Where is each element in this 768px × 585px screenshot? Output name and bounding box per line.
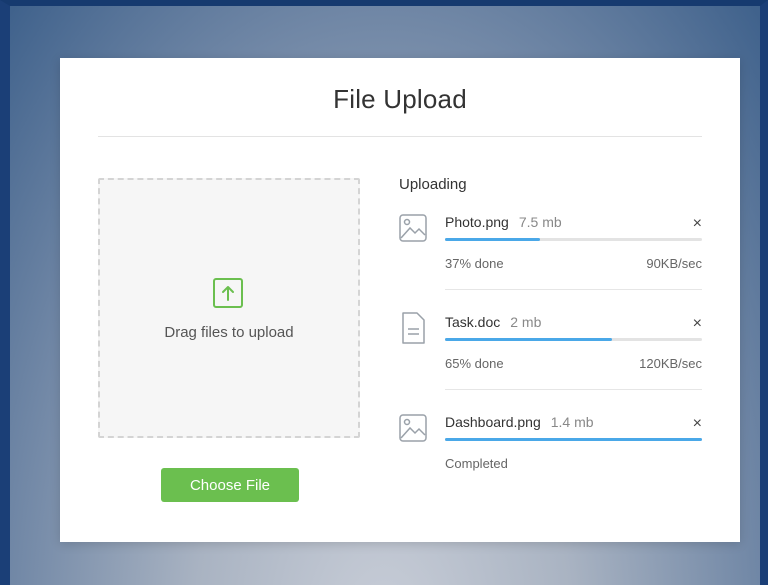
upload-speed: 90KB/sec	[646, 256, 702, 271]
uploading-heading: Uploading	[399, 176, 467, 193]
file-name: Photo.png 7.5 mb	[445, 214, 562, 230]
file-size: 7.5 mb	[518, 214, 562, 230]
upload-card: File Upload Drag files to upload Choose …	[60, 58, 740, 542]
cancel-upload-button[interactable]: ×	[693, 216, 702, 232]
upload-status: 65% done	[445, 356, 504, 371]
item-divider	[445, 389, 702, 390]
drop-zone[interactable]	[98, 178, 360, 438]
upload-item: Dashboard.png 1.4 mb × Completed	[399, 410, 702, 476]
item-divider	[445, 289, 702, 290]
file-name-text: Task.doc	[445, 314, 501, 330]
file-size: 1.4 mb	[550, 414, 594, 430]
cancel-upload-button[interactable]: ×	[693, 416, 702, 432]
progress-bar	[445, 338, 702, 341]
upload-item: Task.doc 2 mb × 65% done 120KB/sec	[399, 310, 702, 390]
upload-status: Completed	[445, 456, 508, 471]
progress-bar	[445, 438, 702, 441]
choose-file-button[interactable]: Choose File	[161, 468, 299, 502]
upload-arrow-icon	[213, 278, 243, 308]
file-name-text: Dashboard.png	[445, 414, 541, 430]
file-name-text: Photo.png	[445, 214, 509, 230]
progress-bar	[445, 238, 702, 241]
page-title: File Upload	[333, 84, 467, 114]
upload-item: Photo.png 7.5 mb × 37% done 90KB/sec	[399, 210, 702, 290]
upload-speed: 120KB/sec	[639, 356, 702, 371]
file-size: 2 mb	[510, 314, 542, 330]
progress-fill	[445, 338, 613, 341]
dropzone-text: Drag files to upload	[164, 324, 294, 341]
document-icon	[399, 312, 427, 344]
title-divider	[98, 136, 702, 137]
upload-status: 37% done	[445, 256, 504, 271]
progress-fill	[445, 238, 541, 241]
image-icon	[399, 414, 427, 444]
progress-fill	[445, 438, 702, 441]
image-icon	[399, 214, 427, 244]
file-name: Task.doc 2 mb	[445, 314, 541, 330]
file-name: Dashboard.png 1.4 mb	[445, 414, 594, 430]
cancel-upload-button[interactable]: ×	[693, 316, 702, 332]
